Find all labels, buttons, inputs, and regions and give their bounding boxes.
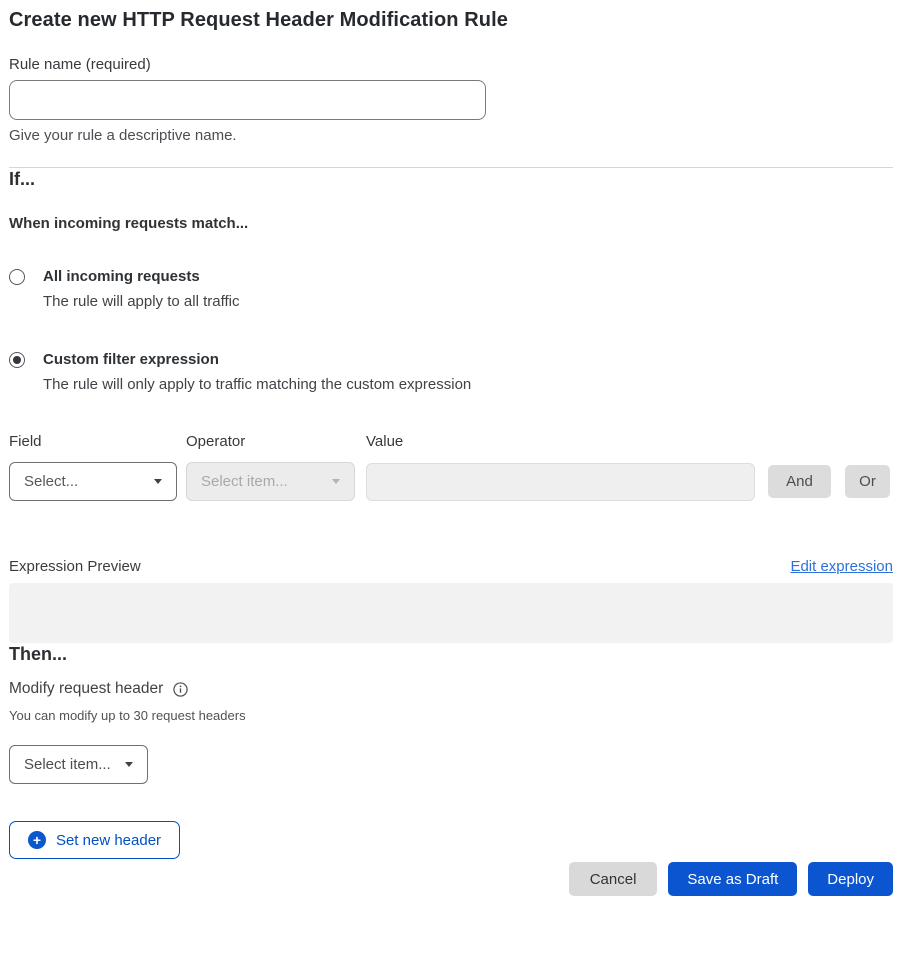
operator-select[interactable]: Select item... [186, 462, 355, 501]
page-title: Create new HTTP Request Header Modificat… [9, 8, 893, 32]
value-label: Value [366, 433, 755, 451]
expression-preview-box [9, 583, 893, 643]
operator-label: Operator [186, 433, 355, 451]
or-button[interactable]: Or [845, 465, 890, 498]
chevron-down-icon [154, 479, 162, 484]
header-action-select[interactable]: Select item... [9, 745, 148, 784]
option-label: Custom filter expression [43, 351, 471, 368]
modify-header-helper: You can modify up to 30 request headers [9, 709, 893, 723]
option-description: The rule will only apply to traffic matc… [43, 376, 471, 393]
option-description: The rule will apply to all traffic [43, 293, 239, 310]
rule-name-input[interactable] [9, 80, 486, 120]
radio-button-custom-filter[interactable] [9, 352, 25, 368]
rule-name-helper: Give your rule a descriptive name. [9, 127, 893, 144]
match-heading: When incoming requests match... [9, 215, 893, 233]
option-custom-filter-expression[interactable]: Custom filter expression The rule will o… [9, 351, 893, 393]
info-icon[interactable] [173, 682, 188, 697]
footer-actions: Cancel Save as Draft Deploy [9, 862, 893, 896]
then-heading: Then... [9, 643, 893, 665]
expression-builder: Field Select... Operator Select item... … [9, 433, 893, 501]
and-button[interactable]: And [768, 465, 831, 498]
create-rule-page: Create new HTTP Request Header Modificat… [0, 0, 899, 912]
rule-name-label: Rule name (required) [9, 56, 893, 74]
chevron-down-icon [125, 762, 133, 767]
save-draft-button[interactable]: Save as Draft [668, 862, 797, 896]
option-label: All incoming requests [43, 268, 239, 285]
value-input[interactable] [366, 463, 755, 501]
modify-request-header-label: Modify request header [9, 680, 163, 698]
option-all-incoming-requests[interactable]: All incoming requests The rule will appl… [9, 268, 893, 310]
cancel-button[interactable]: Cancel [569, 862, 658, 896]
if-heading: If... [9, 168, 893, 190]
chevron-down-icon [332, 479, 340, 484]
radio-button-all-incoming[interactable] [9, 269, 25, 285]
set-new-header-button[interactable]: + Set new header [9, 821, 180, 859]
plus-circle-icon: + [28, 831, 46, 849]
deploy-button[interactable]: Deploy [808, 862, 893, 896]
field-select[interactable]: Select... [9, 462, 177, 501]
expression-preview-label: Expression Preview [9, 558, 141, 575]
edit-expression-link[interactable]: Edit expression [790, 558, 893, 575]
field-label: Field [9, 433, 177, 451]
